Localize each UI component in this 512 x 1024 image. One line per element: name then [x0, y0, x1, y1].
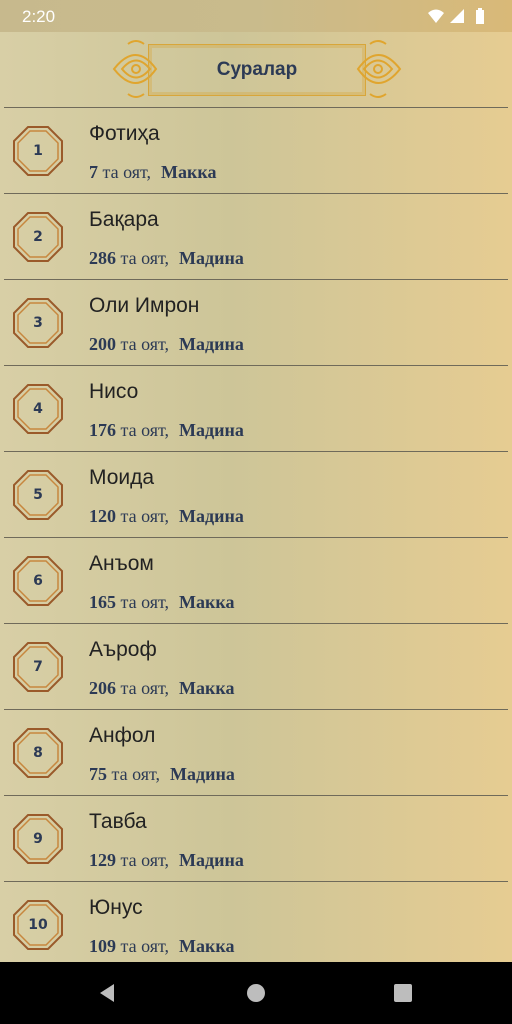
ayah-label: та оят,	[120, 936, 170, 956]
back-icon[interactable]	[94, 980, 120, 1006]
revelation-place: Макка	[179, 936, 235, 956]
home-icon[interactable]	[243, 980, 269, 1006]
recents-icon[interactable]	[390, 980, 416, 1006]
sura-meta: 206 та оят, Макка	[89, 678, 235, 699]
sura-number: 1	[33, 143, 43, 159]
revelation-place: Мадина	[179, 850, 244, 870]
sura-list: 1 Фотиҳа 7 та оят, Макка 2 Бақара 286 та оят, М…	[0, 107, 512, 968]
ayah-count: 109	[89, 936, 116, 956]
sura-number: 4	[33, 401, 43, 417]
sura-row[interactable]: 4 Нисо 176 та оят, Мадина	[4, 365, 508, 451]
sura-meta: 200 та оят, Мадина	[89, 334, 244, 355]
sura-number: 9	[33, 831, 43, 847]
ayah-count: 200	[89, 334, 116, 354]
ayah-label: та оят,	[120, 248, 170, 268]
revelation-place: Мадина	[170, 764, 235, 784]
sura-number-badge: 3	[12, 297, 64, 349]
sura-meta: 129 та оят, Мадина	[89, 850, 244, 871]
status-bar: 2:20	[0, 0, 512, 32]
sura-number-badge: 2	[12, 211, 64, 263]
sura-number: 6	[33, 573, 43, 589]
ayah-label: та оят,	[111, 764, 161, 784]
sura-number-badge: 1	[12, 125, 64, 177]
sura-name: Анъом	[89, 552, 154, 575]
header: Суралар	[0, 32, 512, 107]
sura-meta: 165 та оят, Макка	[89, 592, 235, 613]
sura-number-badge: 6	[12, 555, 64, 607]
title-frame: Суралар	[148, 44, 366, 96]
ayah-count: 129	[89, 850, 116, 870]
ornament-right-icon	[356, 40, 402, 98]
sura-number-badge: 9	[12, 813, 64, 865]
sura-row[interactable]: 1 Фотиҳа 7 та оят, Макка	[4, 107, 508, 193]
revelation-place: Макка	[179, 678, 235, 698]
sura-meta: 109 та оят, Макка	[89, 936, 235, 957]
sura-number: 2	[33, 229, 43, 245]
ayah-count: 7	[89, 162, 98, 182]
ayah-count: 206	[89, 678, 116, 698]
ayah-label: та оят,	[120, 678, 170, 698]
ayah-count: 176	[89, 420, 116, 440]
sura-name: Моида	[89, 466, 155, 489]
sura-meta: 7 та оят, Макка	[89, 162, 217, 183]
sura-row[interactable]: 3 Оли Имрон 200 та оят, Мадина	[4, 279, 508, 365]
sura-number: 7	[33, 659, 43, 675]
sura-number-badge: 7	[12, 641, 64, 693]
sura-name: Аъроф	[89, 638, 157, 661]
ayah-count: 120	[89, 506, 116, 526]
sura-number: 10	[28, 917, 48, 933]
sura-number-badge: 4	[12, 383, 64, 435]
sura-name: Тавба	[89, 810, 147, 833]
sura-row[interactable]: 10 Юнус 109 та оят, Макка	[4, 881, 508, 968]
sura-meta: 176 та оят, Мадина	[89, 420, 244, 441]
ayah-count: 286	[89, 248, 116, 268]
sura-meta: 120 та оят, Мадина	[89, 506, 244, 527]
sura-name: Оли Имрон	[89, 294, 200, 317]
revelation-place: Мадина	[179, 248, 244, 268]
ayah-label: та оят,	[102, 162, 152, 182]
ayah-label: та оят,	[120, 592, 170, 612]
sura-row[interactable]: 6 Анъом 165 та оят, Макка	[4, 537, 508, 623]
sura-row[interactable]: 7 Аъроф 206 та оят, Макка	[4, 623, 508, 709]
sura-number: 3	[33, 315, 43, 331]
ayah-label: та оят,	[120, 506, 170, 526]
ayah-count: 165	[89, 592, 116, 612]
ayah-label: та оят,	[120, 420, 170, 440]
ayah-count: 75	[89, 764, 107, 784]
sura-row[interactable]: 2 Бақара 286 та оят, Мадина	[4, 193, 508, 279]
sura-name: Юнус	[89, 896, 143, 919]
sura-number-badge: 5	[12, 469, 64, 521]
sura-row[interactable]: 9 Тавба 129 та оят, Мадина	[4, 795, 508, 881]
sura-row[interactable]: 5 Моида 120 та оят, Мадина	[4, 451, 508, 537]
sura-number: 8	[33, 745, 43, 761]
battery-icon	[476, 8, 484, 24]
revelation-place: Мадина	[179, 506, 244, 526]
sura-name: Анфол	[89, 724, 156, 747]
revelation-place: Мадина	[179, 334, 244, 354]
navigation-bar	[0, 962, 512, 1024]
sura-row[interactable]: 8 Анфол 75 та оят, Мадина	[4, 709, 508, 795]
sura-name: Бақара	[89, 208, 159, 231]
sura-number-badge: 8	[12, 727, 64, 779]
ayah-label: та оят,	[120, 334, 170, 354]
status-icons	[428, 8, 484, 24]
sura-number-badge: 10	[12, 899, 64, 951]
sura-name: Фотиҳа	[89, 122, 160, 145]
revelation-place: Макка	[179, 592, 235, 612]
page-title: Суралар	[216, 59, 298, 80]
revelation-place: Мадина	[179, 420, 244, 440]
signal-icon	[450, 9, 464, 23]
sura-number: 5	[33, 487, 43, 503]
sura-meta: 75 та оят, Мадина	[89, 764, 235, 785]
status-time: 2:20	[22, 7, 56, 26]
wifi-icon	[428, 9, 444, 23]
revelation-place: Макка	[161, 162, 217, 182]
sura-meta: 286 та оят, Мадина	[89, 248, 244, 269]
ayah-label: та оят,	[120, 850, 170, 870]
sura-name: Нисо	[89, 380, 139, 403]
